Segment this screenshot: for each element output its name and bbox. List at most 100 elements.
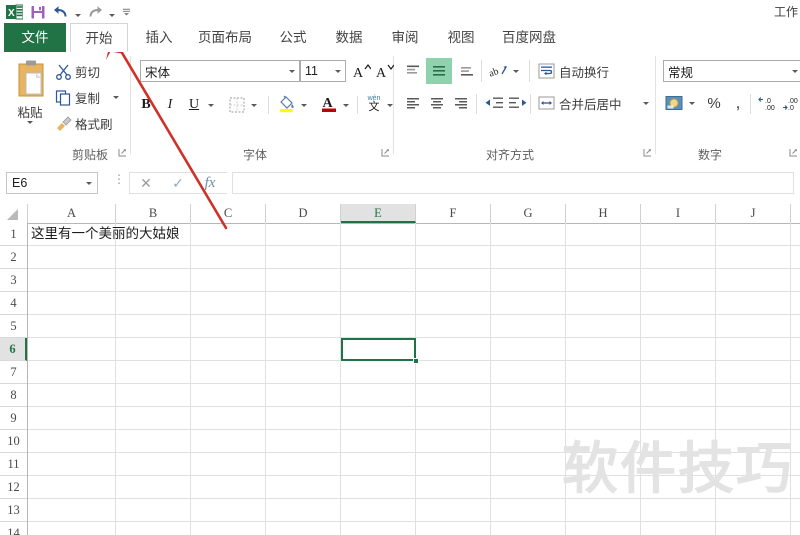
alignment-dialog-launcher-icon[interactable] [643, 148, 652, 157]
align-center-button[interactable] [426, 92, 448, 114]
tab-file[interactable]: 文件 [4, 23, 66, 52]
copy-button[interactable]: 复制 [55, 86, 100, 108]
merge-center-button[interactable]: 合并后居中 [537, 92, 622, 114]
cancel-entry-icon[interactable]: ✕ [130, 173, 162, 193]
column-header-g[interactable]: G [491, 204, 566, 223]
number-format-combo[interactable]: 常规 [663, 60, 800, 82]
phonetic-dropdown-icon[interactable] [385, 94, 394, 116]
row-header-1[interactable]: 1 [0, 223, 27, 246]
redo-dropdown-icon[interactable] [107, 2, 116, 22]
column-header-d[interactable]: D [266, 204, 341, 223]
increase-font-size-button[interactable]: A [350, 60, 372, 82]
row-header-11[interactable]: 11 [0, 453, 27, 476]
align-middle-button[interactable] [426, 58, 452, 84]
paste-button[interactable]: 粘贴 [6, 58, 54, 141]
orientation-button[interactable]: ab [488, 60, 510, 82]
comma-style-button[interactable]: , [727, 92, 749, 114]
row-header-5[interactable]: 5 [0, 315, 27, 338]
redo-icon[interactable] [84, 2, 105, 22]
row-header-12[interactable]: 12 [0, 476, 27, 499]
font-size-combo[interactable]: 11 [300, 60, 346, 82]
merge-center-dropdown-icon[interactable] [641, 92, 650, 114]
font-color-dropdown-icon[interactable] [341, 94, 350, 116]
tab-formulas[interactable]: 公式 [268, 23, 318, 52]
gridline-v-b [190, 223, 191, 535]
row-header-4[interactable]: 4 [0, 292, 27, 315]
row-header-8[interactable]: 8 [0, 384, 27, 407]
undo-icon[interactable] [50, 2, 71, 22]
row-header-10[interactable]: 10 [0, 430, 27, 453]
select-all-button[interactable] [0, 204, 28, 223]
name-box[interactable]: E6 [6, 172, 98, 194]
decrease-font-size-button[interactable]: A [373, 60, 395, 82]
row-header-3[interactable]: 3 [0, 269, 27, 292]
bold-button[interactable]: B [135, 94, 157, 116]
accounting-dropdown-icon[interactable] [687, 92, 696, 114]
row-header-6[interactable]: 6 [0, 338, 27, 361]
tab-insert[interactable]: 插入 [134, 23, 184, 52]
font-name-combo[interactable]: 宋体 [140, 60, 300, 82]
increase-indent-button[interactable] [507, 92, 529, 114]
gridline-v-h [640, 223, 641, 535]
font-dialog-launcher-icon[interactable] [381, 148, 390, 157]
cut-button[interactable]: 剪切 [55, 60, 100, 82]
paste-dropdown-icon[interactable] [27, 121, 33, 142]
row-header-14[interactable]: 14 [0, 522, 27, 535]
column-header-i[interactable]: I [641, 204, 716, 223]
fill-color-dropdown-icon[interactable] [299, 94, 308, 116]
underline-button[interactable]: U [183, 94, 205, 116]
number-format-dropdown-icon[interactable] [788, 69, 800, 73]
align-left-button[interactable] [402, 92, 424, 114]
underline-dropdown-icon[interactable] [206, 94, 215, 116]
tab-review[interactable]: 审阅 [380, 23, 430, 52]
copy-dropdown-icon[interactable] [111, 86, 120, 108]
column-header-h[interactable]: H [566, 204, 641, 223]
tab-view[interactable]: 视图 [436, 23, 486, 52]
accounting-format-button[interactable] [662, 92, 686, 114]
group-separator-clipboard [130, 56, 131, 154]
tab-page-layout[interactable]: 页面布局 [188, 23, 262, 52]
save-icon[interactable] [27, 2, 48, 22]
insert-function-icon[interactable]: fx [194, 173, 226, 193]
row-header-13[interactable]: 13 [0, 499, 27, 522]
font-name-dropdown-icon[interactable] [285, 69, 299, 73]
undo-dropdown-icon[interactable] [73, 2, 82, 22]
borders-button[interactable] [226, 94, 248, 116]
customize-qat-icon[interactable] [122, 2, 131, 22]
tab-data[interactable]: 数据 [324, 23, 374, 52]
column-header-j[interactable]: J [716, 204, 791, 223]
column-header-f[interactable]: F [416, 204, 491, 223]
clipboard-dialog-launcher-icon[interactable] [118, 148, 127, 157]
align-top-button[interactable] [402, 60, 424, 82]
fill-color-button[interactable] [276, 92, 298, 114]
column-header-b[interactable]: B [116, 204, 191, 223]
column-header-c[interactable]: C [191, 204, 266, 223]
decrease-indent-button[interactable] [483, 92, 505, 114]
borders-dropdown-icon[interactable] [249, 94, 258, 116]
column-header-e[interactable]: E [341, 204, 416, 223]
wrap-text-button[interactable]: 自动换行 [537, 60, 609, 82]
format-painter-button[interactable]: 格式刷 [55, 112, 113, 134]
tab-baidu-netdisk[interactable]: 百度网盘 [492, 23, 566, 52]
italic-button[interactable]: I [159, 94, 181, 116]
tab-home[interactable]: 开始 [70, 23, 128, 52]
font-color-button[interactable]: A [318, 92, 340, 114]
number-dialog-launcher-icon[interactable] [789, 148, 798, 157]
formula-input[interactable] [232, 172, 794, 194]
row-header-9[interactable]: 9 [0, 407, 27, 430]
name-box-dropdown-icon[interactable] [81, 181, 97, 185]
row-header-7[interactable]: 7 [0, 361, 27, 384]
increase-decimal-button[interactable]: .0 .00 [757, 92, 781, 114]
row-header-2[interactable]: 2 [0, 246, 27, 269]
confirm-entry-icon[interactable]: ✓ [162, 173, 194, 193]
align-right-button[interactable] [450, 92, 472, 114]
phonetic-guide-button[interactable]: wén 文 [362, 92, 386, 114]
font-size-dropdown-icon[interactable] [331, 69, 345, 73]
fill-handle[interactable] [413, 358, 419, 364]
align-bottom-button[interactable] [456, 60, 478, 82]
decrease-decimal-button[interactable]: .00 .0 [781, 92, 800, 114]
percent-style-button[interactable]: % [703, 92, 725, 114]
column-header-a[interactable]: A [28, 204, 116, 223]
orientation-dropdown-icon[interactable] [511, 60, 520, 82]
cells-area[interactable]: 这里有一个美丽的大姑娘 [28, 223, 800, 535]
